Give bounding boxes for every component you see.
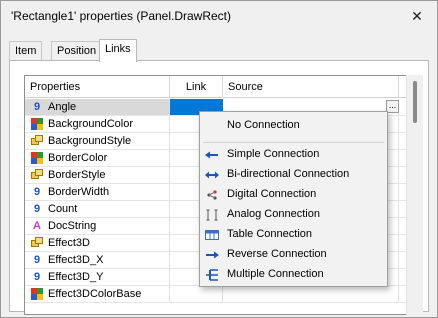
property-name: Effect3D [48,237,90,249]
property-cell[interactable]: 9 BorderWidth [25,184,170,200]
menu-item-multiple-connection[interactable]: Multiple Connection [200,264,387,284]
menu-item-label: Analog Connection [227,208,320,220]
property-cell[interactable]: Effect3D [25,235,170,251]
menu-separator [203,142,384,143]
number-icon: 9 [33,203,41,215]
menu-item-label: Reverse Connection [227,248,327,260]
color-icon [31,288,43,300]
menu-item-bi-directional-connection[interactable]: Bi-directional Connection [200,164,387,184]
menu-item-reverse-connection[interactable]: Reverse Connection [200,244,387,264]
menu-item-label: Simple Connection [227,148,320,160]
title-bar: 'Rectangle1' properties (Panel.DrawRect)… [1,1,437,31]
property-name: Count [48,203,78,215]
multiple-connection-icon [205,268,219,281]
vertical-scrollbar[interactable] [406,75,423,315]
table-connection-icon [205,228,219,240]
tab-item[interactable]: Item [9,41,43,61]
property-cell[interactable]: BorderColor [25,150,170,166]
menu-item-label: Table Connection [227,228,313,240]
properties-dialog: 'Rectangle1' properties (Panel.DrawRect)… [0,0,438,318]
close-button[interactable]: ✕ [405,6,429,26]
number-icon: 9 [33,186,41,198]
digital-connection-icon [205,188,219,200]
property-cell[interactable]: 9 Count [25,201,170,217]
property-name: Angle [48,101,77,113]
property-cell[interactable]: 9 Angle [25,99,170,115]
menu-item-table-connection[interactable]: Table Connection [200,224,387,244]
property-name: Effect3D_X [48,254,104,266]
menu-item-simple-connection[interactable]: Simple Connection [200,144,387,164]
number-icon: 9 [33,271,41,283]
menu-item-label: No Connection [227,119,300,131]
menu-item-label: Digital Connection [227,188,317,200]
property-name: DocString [48,220,97,232]
property-cell[interactable]: BackgroundStyle [25,133,170,149]
menu-item-digital-connection[interactable]: Digital Connection [200,184,387,204]
color-icon [31,152,43,164]
property-cell[interactable]: Effect3DColorBase [25,286,170,302]
scrollbar-thumb[interactable] [413,81,417,123]
tab-links[interactable]: Links [99,39,137,62]
source-cell[interactable] [223,286,399,302]
menu-item-no-connection[interactable]: No Connection [200,115,387,135]
grid-header: Properties Link Source [25,76,409,98]
number-icon: 9 [33,101,41,113]
tab-position[interactable]: Position [51,41,103,61]
property-cell[interactable]: A DocString [25,218,170,234]
number-icon: 9 [33,254,41,266]
analog-connection-icon [205,208,219,221]
color-icon [31,118,43,130]
style-icon [31,169,43,181]
link-cell[interactable] [170,286,223,302]
property-cell[interactable]: 9 Effect3D_Y [25,269,170,285]
property-name: BorderColor [48,152,108,164]
simple-connection-icon [205,148,219,160]
property-name: Effect3D_Y [48,271,104,283]
style-icon [31,135,43,147]
menu-item-label: Bi-directional Connection [227,168,350,180]
column-header-properties[interactable]: Properties [25,76,170,98]
property-cell[interactable]: BackgroundColor [25,116,170,132]
dialog-title: 'Rectangle1' properties (Panel.DrawRect) [11,9,232,23]
property-name: Effect3DColorBase [48,288,142,300]
property-cell[interactable]: BorderStyle [25,167,170,183]
menu-item-label: Multiple Connection [227,268,324,280]
text-icon: A [33,220,41,232]
bidirectional-connection-icon [205,168,219,180]
reverse-connection-icon [205,248,219,260]
property-name: BackgroundStyle [48,135,132,147]
property-name: BorderStyle [48,169,106,181]
grid-row[interactable]: Effect3DColorBase [25,286,409,303]
column-header-source[interactable]: Source [223,76,399,98]
property-name: BackgroundColor [48,118,133,130]
property-cell[interactable]: 9 Effect3D_X [25,252,170,268]
connection-context-menu: No Connection Simple Connection Bi-direct… [199,111,388,287]
column-header-link[interactable]: Link [170,76,223,98]
style-icon [31,237,43,249]
menu-item-analog-connection[interactable]: Analog Connection [200,204,387,224]
tab-strip: Item Position Links [9,39,429,62]
property-name: BorderWidth [48,186,110,198]
